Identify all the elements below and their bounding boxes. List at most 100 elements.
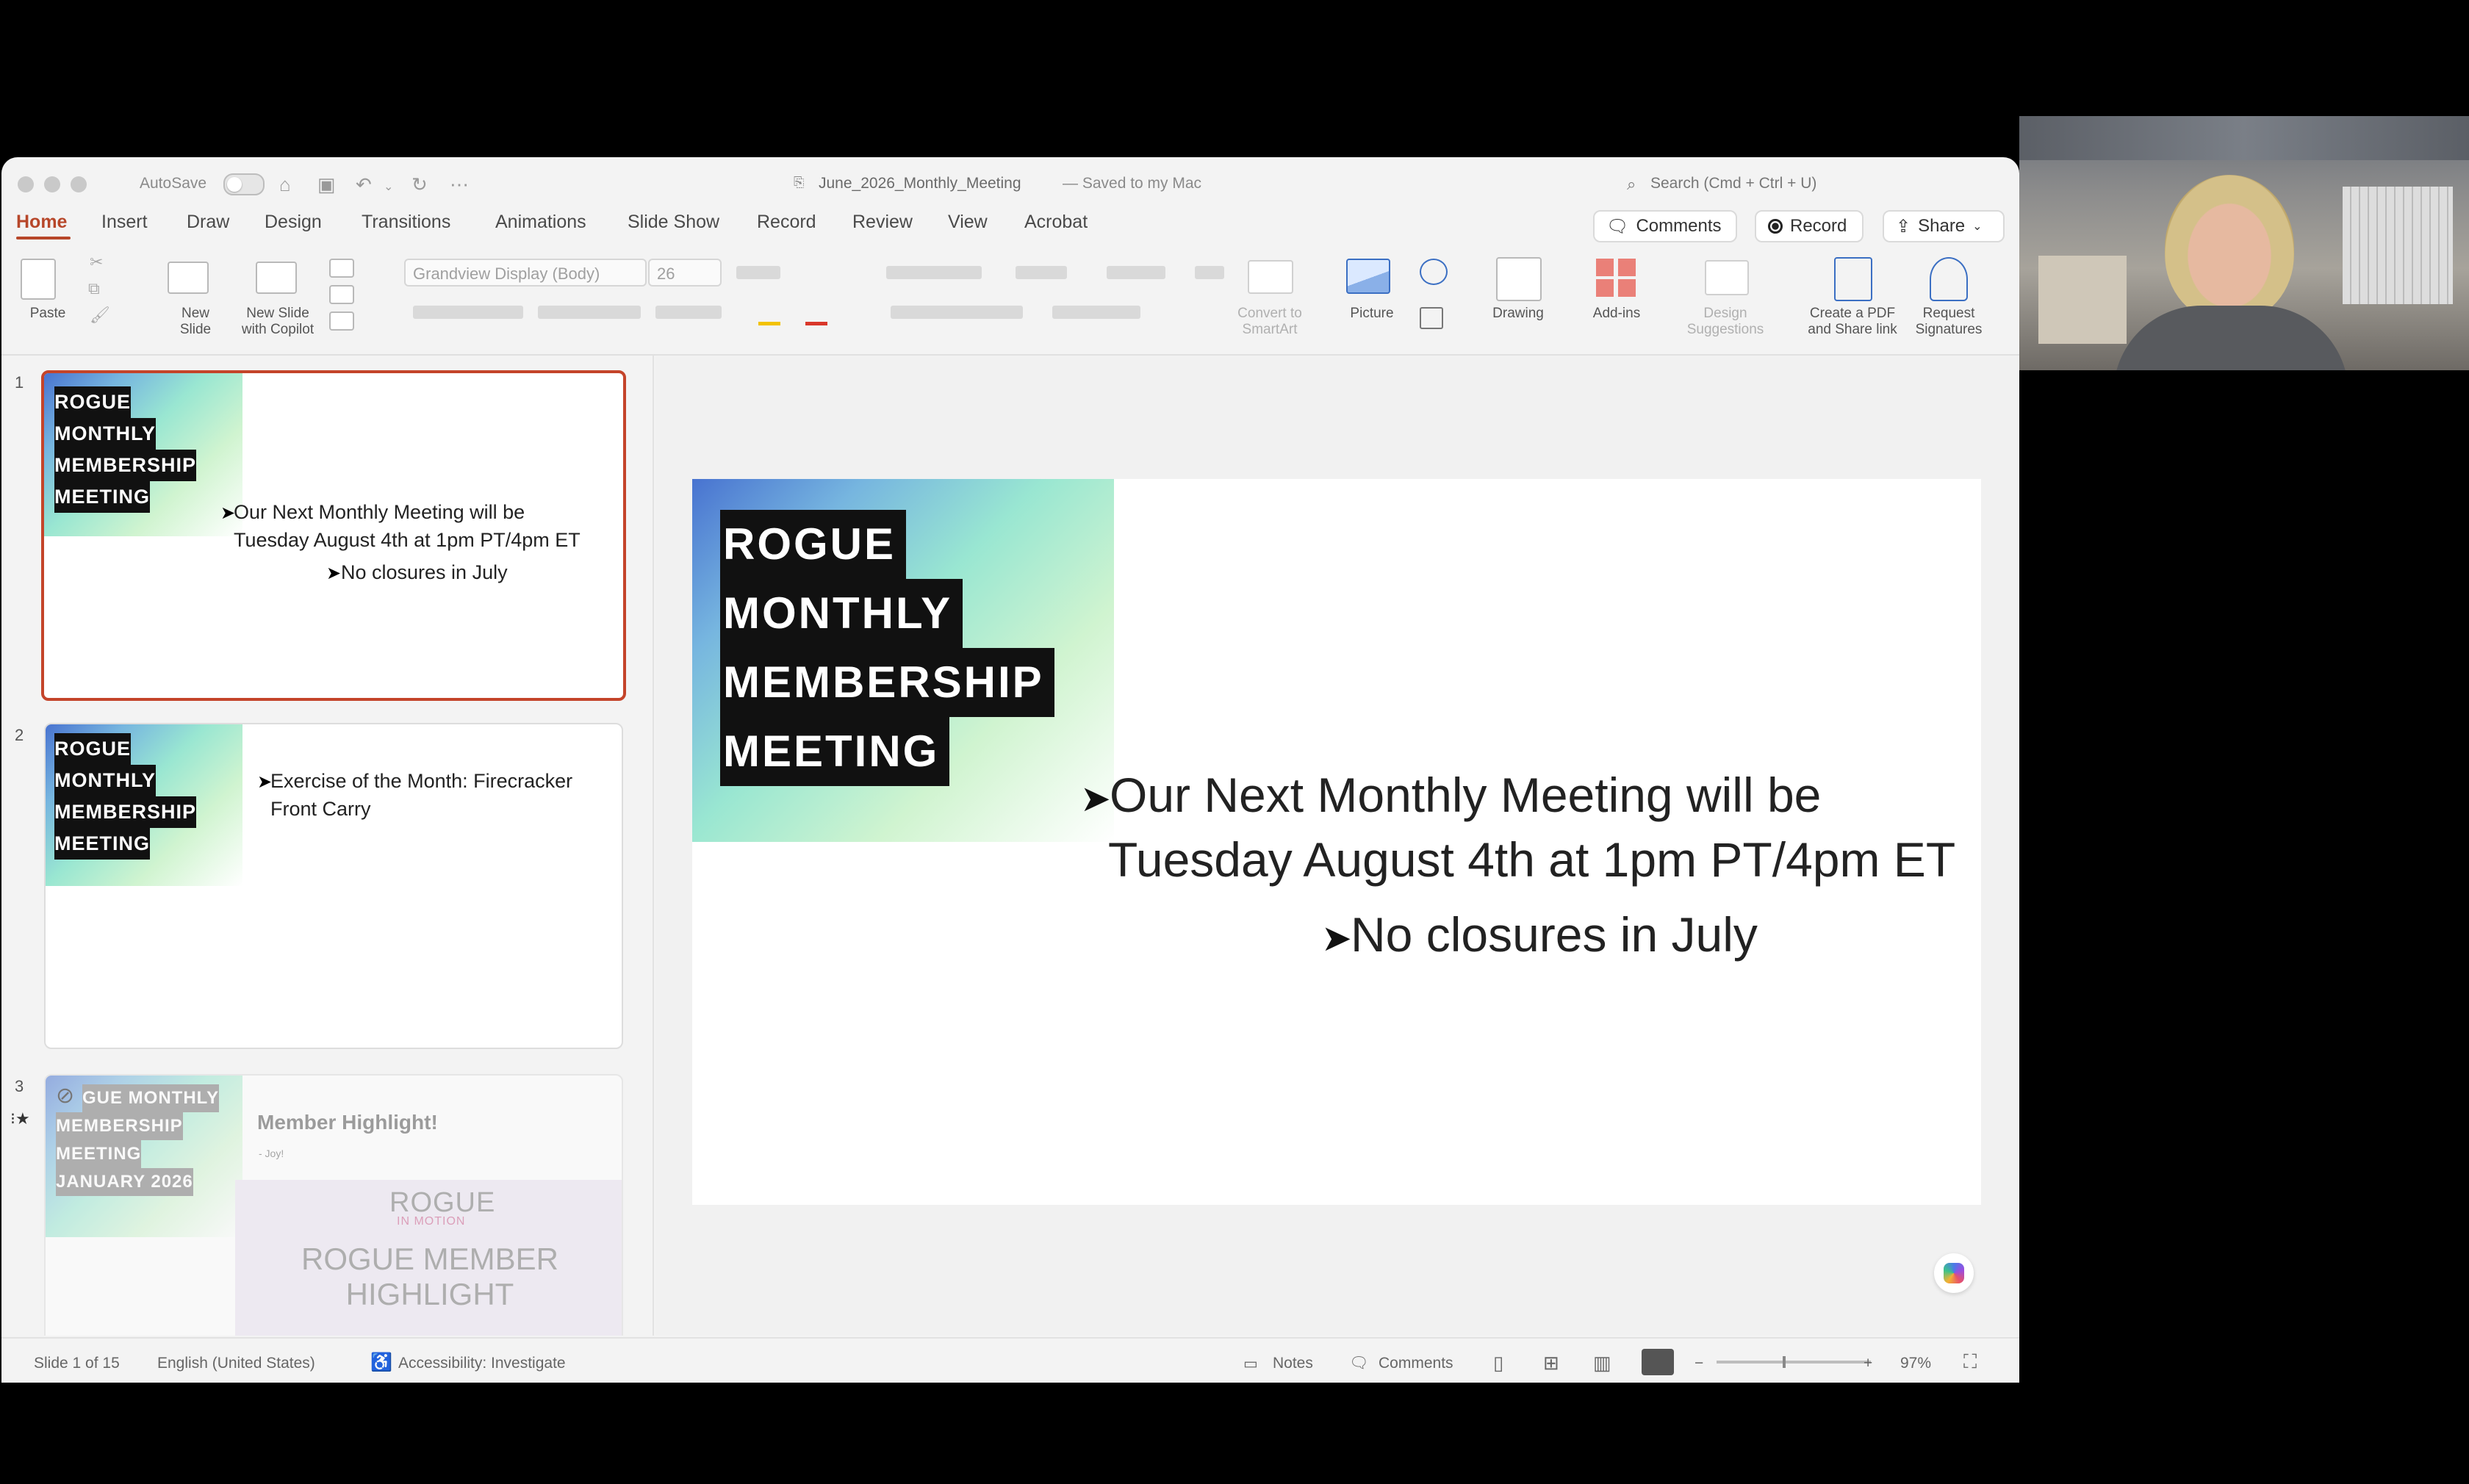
section-icon[interactable]	[329, 311, 354, 331]
share-button[interactable]: ⇪ Share ⌄	[1883, 210, 2005, 242]
tab-record[interactable]: Record	[757, 212, 816, 233]
zoom-out-button[interactable]: −	[1694, 1355, 1703, 1372]
drawing-icon[interactable]	[1496, 257, 1542, 301]
copy-icon[interactable]: ⧉	[88, 279, 100, 298]
undo-icon[interactable]: ↶	[356, 173, 372, 196]
slide-sorter-icon[interactable]: ⊞	[1543, 1352, 1559, 1375]
slide-header: ROGUE MONTHLY MEMBERSHIP MEETING	[54, 386, 197, 513]
bold-italic-underline[interactable]	[413, 306, 523, 319]
highlight-heading: HIGHLIGHT	[345, 1277, 514, 1311]
slide-header: ROGUE MONTHLY MEMBERSHIP MEETING	[54, 733, 197, 860]
accessibility-status[interactable]: Accessibility: Investigate	[398, 1355, 566, 1372]
bullet-text: Tuesday August 4th at 1pm PT/4pm ET	[234, 529, 581, 551]
tab-acrobat[interactable]: Acrobat	[1024, 212, 1088, 233]
strikethrough-spacing[interactable]	[538, 306, 641, 319]
tab-design[interactable]: Design	[265, 212, 322, 233]
notes-button[interactable]: Notes	[1273, 1355, 1313, 1372]
shapes-icon[interactable]	[1420, 259, 1448, 285]
design-suggestions-label: Design Suggestions	[1686, 306, 1764, 337]
text-direction[interactable]	[1195, 266, 1224, 279]
change-case[interactable]	[655, 306, 722, 319]
design-suggestions-icon[interactable]	[1705, 260, 1749, 295]
save-status: — Saved to my Mac	[1063, 175, 1202, 192]
reset-icon[interactable]	[329, 285, 354, 304]
comments-button[interactable]: 🗨 Comments	[1593, 210, 1737, 242]
fit-to-window-icon[interactable]: ⛶	[1963, 1350, 1977, 1374]
bullet-text: Exercise of the Month: Firecracker	[270, 770, 573, 792]
new-slide-copilot-icon[interactable]	[256, 262, 297, 294]
slide-thumbnail-3[interactable]: ⊘ GUE MONTHLY MEMBERSHIP MEETING JANUARY…	[44, 1074, 623, 1336]
indent-buttons[interactable]	[1016, 266, 1067, 279]
format-painter-icon[interactable]: 🖌	[90, 306, 110, 325]
normal-view-icon[interactable]: ▯	[1493, 1352, 1503, 1375]
picture-icon[interactable]	[1346, 259, 1390, 294]
new-slide-label: New Slide	[179, 306, 212, 337]
font-name-select[interactable]: Grandview Display (Body)	[404, 259, 647, 287]
drawing-label: Drawing	[1492, 306, 1544, 321]
close-window-button[interactable]	[18, 176, 34, 192]
highlight-panel: ROGUE IN MOTION ROGUE MEMBER HIGHLIGHT	[235, 1180, 622, 1336]
new-slide-icon[interactable]	[168, 262, 209, 294]
highlight-color-icon[interactable]	[758, 303, 780, 325]
ceiling	[2019, 116, 2469, 160]
bullet-text[interactable]: No closures in July	[1351, 907, 1758, 962]
autosave-toggle[interactable]	[223, 173, 265, 195]
chevron-down-icon: ⌄	[1972, 220, 1983, 233]
convert-smartart-icon[interactable]	[1248, 260, 1293, 294]
more-options-icon[interactable]: ⋯	[450, 173, 469, 196]
slide-header: ROGUE MONTHLY MEMBERSHIP MEETING	[720, 510, 1054, 786]
status-comments-button[interactable]: Comments	[1379, 1355, 1453, 1372]
tab-view[interactable]: View	[948, 212, 988, 233]
home-icon[interactable]: ⌂	[279, 173, 291, 196]
tab-review[interactable]: Review	[852, 212, 913, 233]
cut-icon[interactable]: ✂	[90, 253, 103, 272]
record-button[interactable]: Record	[1755, 210, 1864, 242]
bullet-text[interactable]: Our Next Monthly Meeting will be	[1110, 767, 1821, 823]
slide-count: Slide 1 of 15	[34, 1355, 120, 1372]
zoom-slider[interactable]	[1717, 1356, 1871, 1368]
minimize-window-button[interactable]	[44, 176, 60, 192]
tab-draw[interactable]: Draw	[187, 212, 229, 233]
layout-icon[interactable]	[329, 259, 354, 278]
paste-icon[interactable]	[21, 259, 56, 300]
tab-slide-show[interactable]: Slide Show	[628, 212, 719, 233]
tab-animations[interactable]: Animations	[495, 212, 586, 233]
document-title[interactable]: June_2026_Monthly_Meeting	[819, 175, 1021, 192]
request-signatures-icon[interactable]	[1930, 257, 1968, 301]
textbox-icon[interactable]	[1420, 307, 1443, 329]
zoom-window-button[interactable]	[71, 176, 87, 192]
search-icon: ⌕	[1627, 175, 1636, 193]
columns-button[interactable]	[1107, 266, 1165, 279]
zoom-in-button[interactable]: +	[1864, 1355, 1872, 1372]
current-slide[interactable]: ROGUE MONTHLY MEMBERSHIP MEETING ➤ Our N…	[692, 479, 1981, 1205]
addins-icon[interactable]	[1596, 259, 1636, 297]
copilot-icon[interactable]	[1934, 1253, 1974, 1293]
tab-home[interactable]: Home	[16, 212, 67, 233]
reading-view-icon[interactable]: ▥	[1593, 1352, 1611, 1375]
font-color-icon[interactable]	[805, 303, 827, 325]
font-grow-shrink[interactable]	[736, 266, 780, 279]
language[interactable]: English (United States)	[157, 1355, 315, 1372]
search-input[interactable]: Search (Cmd + Ctrl + U)	[1650, 175, 1816, 192]
undo-dropdown-icon[interactable]: ⌄	[384, 179, 393, 194]
zoom-slider-thumb[interactable]	[1783, 1356, 1786, 1368]
tab-transitions[interactable]: Transitions	[362, 212, 450, 233]
bullet-text[interactable]: Tuesday August 4th at 1pm PT/4pm ET	[1108, 832, 1955, 887]
animation-star-icon: ⁝★	[10, 1109, 30, 1128]
new-slide-copilot-label: New Slide with Copilot	[241, 306, 315, 337]
slide-thumbnail-pane[interactable]: 1 ROGUE MONTHLY MEMBERSHIP MEETING ➤ Our…	[1, 356, 654, 1336]
redo-icon[interactable]: ↻	[412, 173, 428, 196]
bullets-numbering[interactable]	[886, 266, 982, 279]
zoom-level[interactable]: 97%	[1900, 1355, 1931, 1372]
save-icon[interactable]: ▣	[317, 173, 336, 196]
line-spacing[interactable]	[1052, 306, 1140, 319]
background-shelf	[2038, 256, 2127, 344]
slide-show-icon[interactable]	[1642, 1349, 1674, 1375]
alignment-buttons[interactable]	[891, 306, 1023, 319]
slide-thumbnail-1[interactable]: ROGUE MONTHLY MEMBERSHIP MEETING ➤ Our N…	[41, 370, 626, 701]
create-pdf-icon[interactable]	[1834, 257, 1872, 301]
font-size-select[interactable]: 26	[648, 259, 722, 287]
bullet-text: Our Next Monthly Meeting will be	[234, 501, 525, 523]
tab-insert[interactable]: Insert	[101, 212, 148, 233]
slide-thumbnail-2[interactable]: ROGUE MONTHLY MEMBERSHIP MEETING ➤ Exerc…	[44, 723, 623, 1049]
